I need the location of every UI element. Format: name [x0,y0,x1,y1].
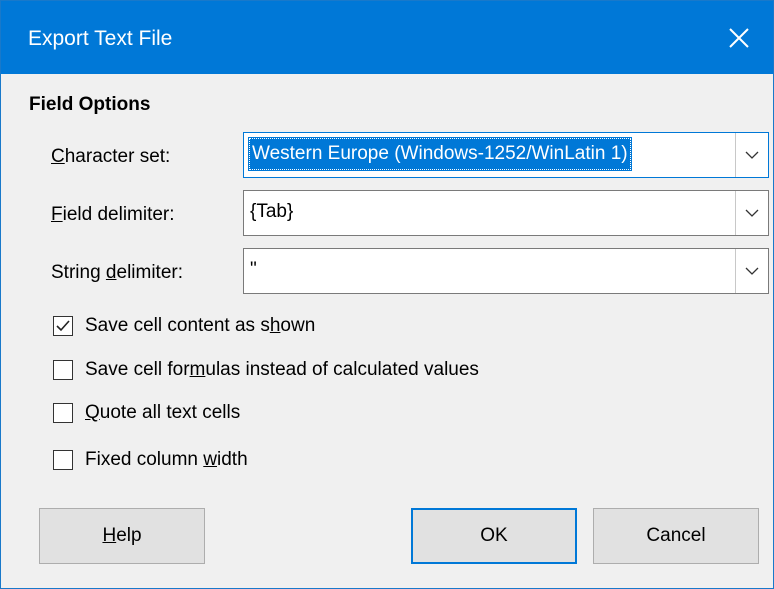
close-icon [729,27,749,48]
save-as-shown-option[interactable]: Save cell content as shown [53,315,315,337]
window-title: Export Text File [28,27,173,50]
ok-button[interactable]: OK [411,508,577,564]
save-formulas-checkbox[interactable] [53,360,73,380]
close-button[interactable] [705,1,773,74]
cancel-button[interactable]: Cancel [593,508,759,564]
field-options-heading: Field Options [29,94,151,115]
string-delimiter-label: String delimiter: [51,262,184,283]
character-set-value: Western Europe (Windows-1252/WinLatin 1) [248,137,632,171]
field-delimiter-label: Field delimiter: [51,204,175,225]
save-formulas-label: Save cell formulas instead of calculated… [85,359,479,380]
checkmark-icon [56,320,70,332]
field-delimiter-combobox[interactable]: {Tab} [243,190,769,236]
string-delimiter-dropdown-button[interactable] [735,249,768,293]
export-text-file-dialog: Export Text File Field Options Character… [0,0,774,589]
chevron-down-icon [745,267,759,275]
character-set-label: Character set: [51,146,171,167]
field-delimiter-value[interactable]: {Tab} [250,201,293,223]
field-delimiter-dropdown-button[interactable] [735,191,768,235]
chevron-down-icon [745,209,759,217]
quote-text-cells-option[interactable]: Quote all text cells [53,402,240,424]
fixed-column-width-checkbox[interactable] [53,450,73,470]
save-as-shown-label: Save cell content as shown [85,315,316,336]
quote-text-cells-label: Quote all text cells [85,402,241,423]
fixed-column-width-label: Fixed column width [85,449,248,470]
character-set-combobox[interactable]: Western Europe (Windows-1252/WinLatin 1) [243,132,769,178]
string-delimiter-combobox[interactable]: " [243,248,769,294]
quote-text-cells-checkbox[interactable] [53,403,73,423]
title-bar[interactable]: Export Text File [1,1,773,74]
character-set-dropdown-button[interactable] [735,133,768,177]
save-formulas-option[interactable]: Save cell formulas instead of calculated… [53,359,479,381]
save-as-shown-checkbox[interactable] [53,316,73,336]
fixed-column-width-option[interactable]: Fixed column width [53,449,248,471]
help-button[interactable]: Help [39,508,205,564]
chevron-down-icon [745,151,759,159]
string-delimiter-value[interactable]: " [250,259,257,281]
